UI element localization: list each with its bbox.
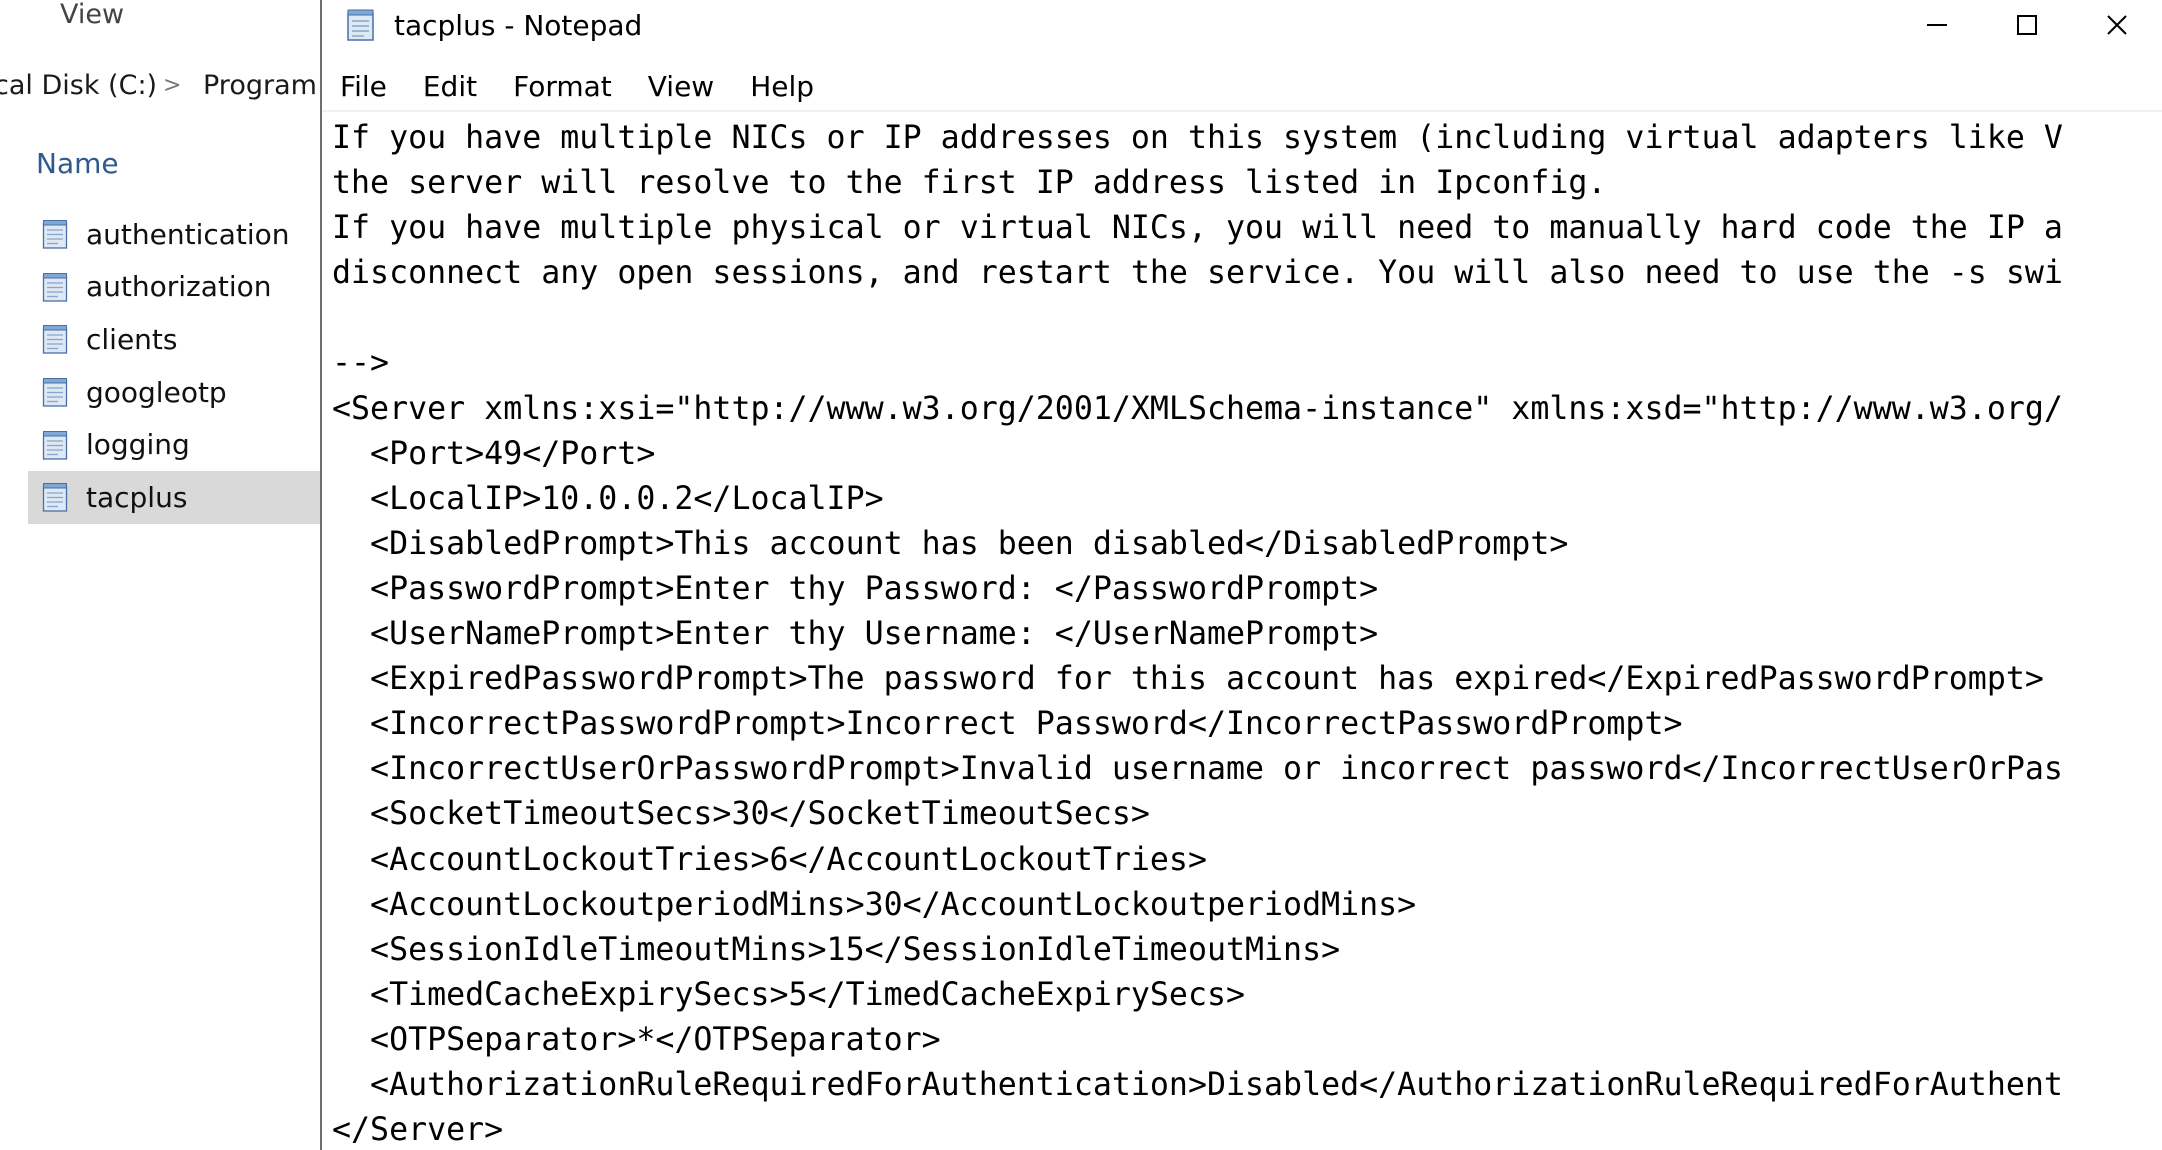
- text-line: <Server xmlns:xsi="http://www.w3.org/200…: [332, 390, 2063, 427]
- text-line: If you have multiple physical or virtual…: [332, 210, 2063, 247]
- file-item-logging[interactable]: logging: [28, 418, 322, 471]
- breadcrumb-program-files[interactable]: Program: [203, 66, 317, 106]
- text-file-icon: [42, 272, 68, 302]
- maximize-icon: [2017, 15, 2037, 35]
- text-line: <UserNamePrompt>Enter thy Username: </Us…: [332, 616, 1379, 653]
- menu-edit[interactable]: Edit: [405, 66, 495, 108]
- text-line: <AccountLockoutperiodMins>30</AccountLoc…: [332, 886, 1417, 923]
- text-line: If you have multiple NICs or IP addresse…: [332, 120, 2063, 156]
- file-name-label: tacplus: [86, 480, 188, 514]
- menu-divider: [322, 110, 2162, 112]
- file-explorer-window: View cal Disk (C:) > Program Name authen…: [0, 0, 322, 1150]
- breadcrumb-local-disk[interactable]: cal Disk (C:): [0, 66, 157, 106]
- text-line: the server will resolve to the first IP …: [332, 165, 1607, 202]
- breadcrumb-separator-icon[interactable]: >: [163, 66, 181, 106]
- text-line: [332, 296, 2158, 341]
- minimize-icon: [1927, 24, 1947, 26]
- window-title: tacplus - Notepad: [394, 9, 643, 42]
- address-bar[interactable]: cal Disk (C:) > Program: [0, 66, 322, 106]
- text-line: <Port>49</Port>: [332, 435, 656, 472]
- text-line: <AccountLockoutTries>6</AccountLockoutTr…: [332, 841, 1207, 878]
- text-line: <TimedCacheExpirySecs>5</TimedCacheExpir…: [332, 976, 1246, 1013]
- text-line: </Server>: [332, 1112, 504, 1149]
- file-name-label: authorization: [86, 270, 272, 304]
- file-name-label: clients: [86, 322, 178, 356]
- text-line: <IncorrectPasswordPrompt>Incorrect Passw…: [332, 706, 1683, 743]
- menu-help[interactable]: Help: [732, 66, 832, 108]
- text-line: <SocketTimeoutSecs>30</SocketTimeoutSecs…: [332, 796, 1150, 833]
- text-line: disconnect any open sessions, and restar…: [332, 255, 2063, 292]
- close-icon: [2107, 15, 2127, 35]
- text-file-icon: [42, 377, 68, 407]
- desktop: View cal Disk (C:) > Program Name authen…: [0, 0, 2162, 1150]
- text-line: <DisabledPrompt>This account has been di…: [332, 525, 1569, 562]
- close-button[interactable]: [2072, 0, 2162, 50]
- text-line: <OTPSeparator>*</OTPSeparator>: [332, 1021, 941, 1058]
- text-line: <ExpiredPasswordPrompt>The password for …: [332, 661, 2044, 698]
- menu-format[interactable]: Format: [495, 66, 630, 108]
- menu-bar: File Edit Format View Help: [322, 66, 2162, 108]
- menu-view[interactable]: View: [630, 66, 732, 108]
- file-item-authentication[interactable]: authentication: [28, 208, 322, 261]
- notepad-window: tacplus - Notepad File Edit Format View Help: [322, 0, 2162, 1150]
- text-editor[interactable]: If you have multiple NICs or IP addresse…: [332, 116, 2158, 1150]
- file-item-authorization[interactable]: authorization: [28, 261, 322, 314]
- file-name-label: googleotp: [86, 375, 227, 409]
- text-line: <AuthorizationRuleRequiredForAuthenticat…: [332, 1066, 2063, 1103]
- column-header-name[interactable]: Name: [36, 146, 119, 182]
- file-name-label: authentication: [86, 217, 290, 251]
- text-file-icon: [42, 219, 68, 249]
- title-bar[interactable]: tacplus - Notepad: [322, 0, 2162, 56]
- ribbon-tab-view[interactable]: View: [60, 0, 124, 30]
- text-line: -->: [332, 345, 390, 382]
- text-line: <IncorrectUserOrPasswordPrompt>Invalid u…: [332, 751, 2063, 788]
- maximize-button[interactable]: [1982, 0, 2072, 50]
- menu-file[interactable]: File: [322, 66, 405, 108]
- text-line: <LocalIP>10.0.0.2</LocalIP>: [332, 480, 884, 517]
- text-file-icon: [42, 324, 68, 355]
- file-name-label: logging: [86, 428, 190, 462]
- text-line: <PasswordPrompt>Enter thy Password: </Pa…: [332, 570, 1379, 607]
- text-file-icon: [42, 430, 68, 460]
- file-item-clients[interactable]: clients: [28, 313, 322, 366]
- minimize-button[interactable]: [1892, 0, 1982, 50]
- notepad-app-icon: [347, 9, 374, 41]
- file-item-googleotp[interactable]: googleotp: [28, 366, 322, 419]
- text-line: <SessionIdleTimeoutMins>15</SessionIdleT…: [332, 931, 1341, 968]
- file-list: authentication authorization clients goo…: [28, 208, 322, 524]
- file-item-tacplus[interactable]: tacplus: [28, 470, 322, 524]
- text-file-icon: [42, 482, 68, 512]
